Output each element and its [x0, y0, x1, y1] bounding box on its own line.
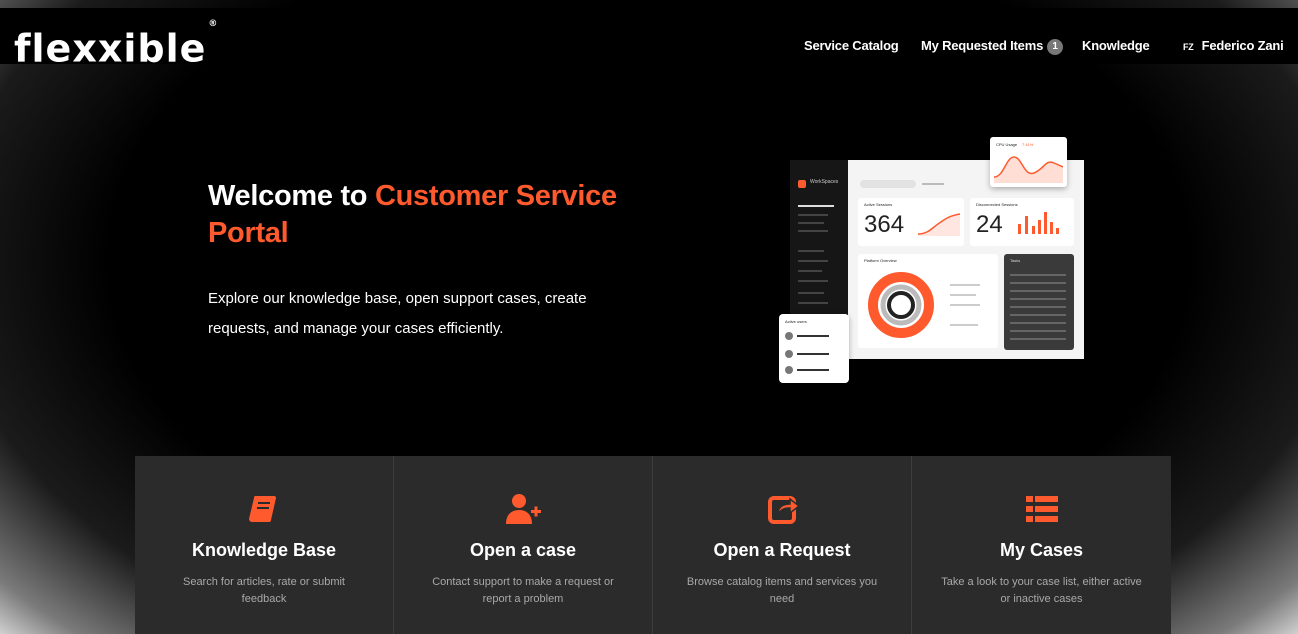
tile-open-request[interactable]: Open a Request Browse catalog items and …: [653, 456, 912, 634]
tile-knowledge-base[interactable]: Knowledge Base Search for articles, rate…: [135, 456, 394, 634]
active-sessions-value: 364: [864, 211, 905, 238]
hero-title: Welcome to Customer Service Portal: [208, 178, 628, 252]
tile-description: Contact support to make a request or rep…: [432, 576, 614, 605]
cpu-usage-chart: [994, 156, 1063, 183]
illustration-app-name: WorkSpaces: [810, 179, 839, 185]
active-sessions-card: Active Sessions 364: [858, 198, 964, 246]
tile-title: Open a Request: [713, 540, 851, 560]
share-icon: [768, 496, 801, 524]
tasks-label: Tasks: [1010, 258, 1021, 263]
nav-my-requested-items-label: My Requested Items: [921, 38, 1044, 53]
cpu-usage-card: CPU Usage 7.41%: [990, 137, 1067, 187]
tile-title: My Cases: [999, 540, 1084, 560]
user-plus-icon: [506, 494, 541, 524]
user-initials: FZ: [1183, 42, 1194, 52]
trademark-symbol: ®: [208, 19, 219, 29]
disconnected-sessions-value: 24: [976, 211, 1003, 238]
tile-open-case[interactable]: Open a case Contact support to make a re…: [394, 456, 653, 634]
list-icon: [1025, 496, 1058, 522]
cpu-usage-value: 7.41%: [1022, 142, 1034, 147]
nav-service-catalog[interactable]: Service Catalog: [804, 38, 899, 53]
book-icon: [249, 496, 276, 522]
disconnected-sessions-bars: [1018, 212, 1059, 234]
platform-overview-label: Platform Overview: [864, 258, 897, 263]
action-tiles: Knowledge Base Search for articles, rate…: [135, 456, 1171, 634]
brand-name: Flexxible: [14, 26, 207, 71]
active-sessions-sparkline: [918, 213, 960, 236]
platform-overview-card: Platform Overview: [858, 254, 998, 348]
illustration-logo-icon: [798, 180, 806, 188]
tile-description: Search for articles, rate or submit feed…: [182, 576, 345, 605]
cpu-usage-label: CPU Usage: [996, 142, 1018, 147]
tile-description: Browse catalog items and services you ne…: [686, 576, 878, 605]
hero-title-plain: Welcome to: [208, 180, 375, 212]
top-navbar: Flexxible® Service Catalog My Requested …: [0, 8, 1298, 69]
tasks-card: Tasks: [1004, 254, 1074, 350]
disconnected-sessions-label: Disconnected Sessions: [976, 202, 1018, 207]
tile-description: Take a look to your case list, either ac…: [941, 576, 1142, 605]
tile-title: Open a case: [469, 540, 577, 560]
active-users-label: Active users: [785, 319, 807, 324]
active-users-card: Active users: [779, 314, 849, 383]
user-name: Federico Zani: [1201, 38, 1284, 53]
tile-my-cases[interactable]: My Cases Take a look to your case list, …: [912, 456, 1171, 634]
hero-description: Explore our knowledge base, open support…: [208, 290, 587, 337]
requested-count-badge: 1: [1047, 38, 1064, 55]
nav-my-requested-items[interactable]: My Requested Items 1: [921, 38, 1064, 55]
brand-logo[interactable]: Flexxible®: [14, 19, 218, 71]
platform-overview-donut: [868, 272, 934, 338]
nav-knowledge[interactable]: Knowledge: [1082, 38, 1150, 53]
disconnected-sessions-card: Disconnected Sessions 24: [970, 198, 1074, 246]
tile-title: Knowledge Base: [191, 540, 337, 560]
user-menu[interactable]: FZ Federico Zani: [1183, 38, 1284, 53]
active-sessions-label: Active Sessions: [864, 202, 893, 207]
page: Flexxible® Service Catalog My Requested …: [0, 0, 1298, 634]
